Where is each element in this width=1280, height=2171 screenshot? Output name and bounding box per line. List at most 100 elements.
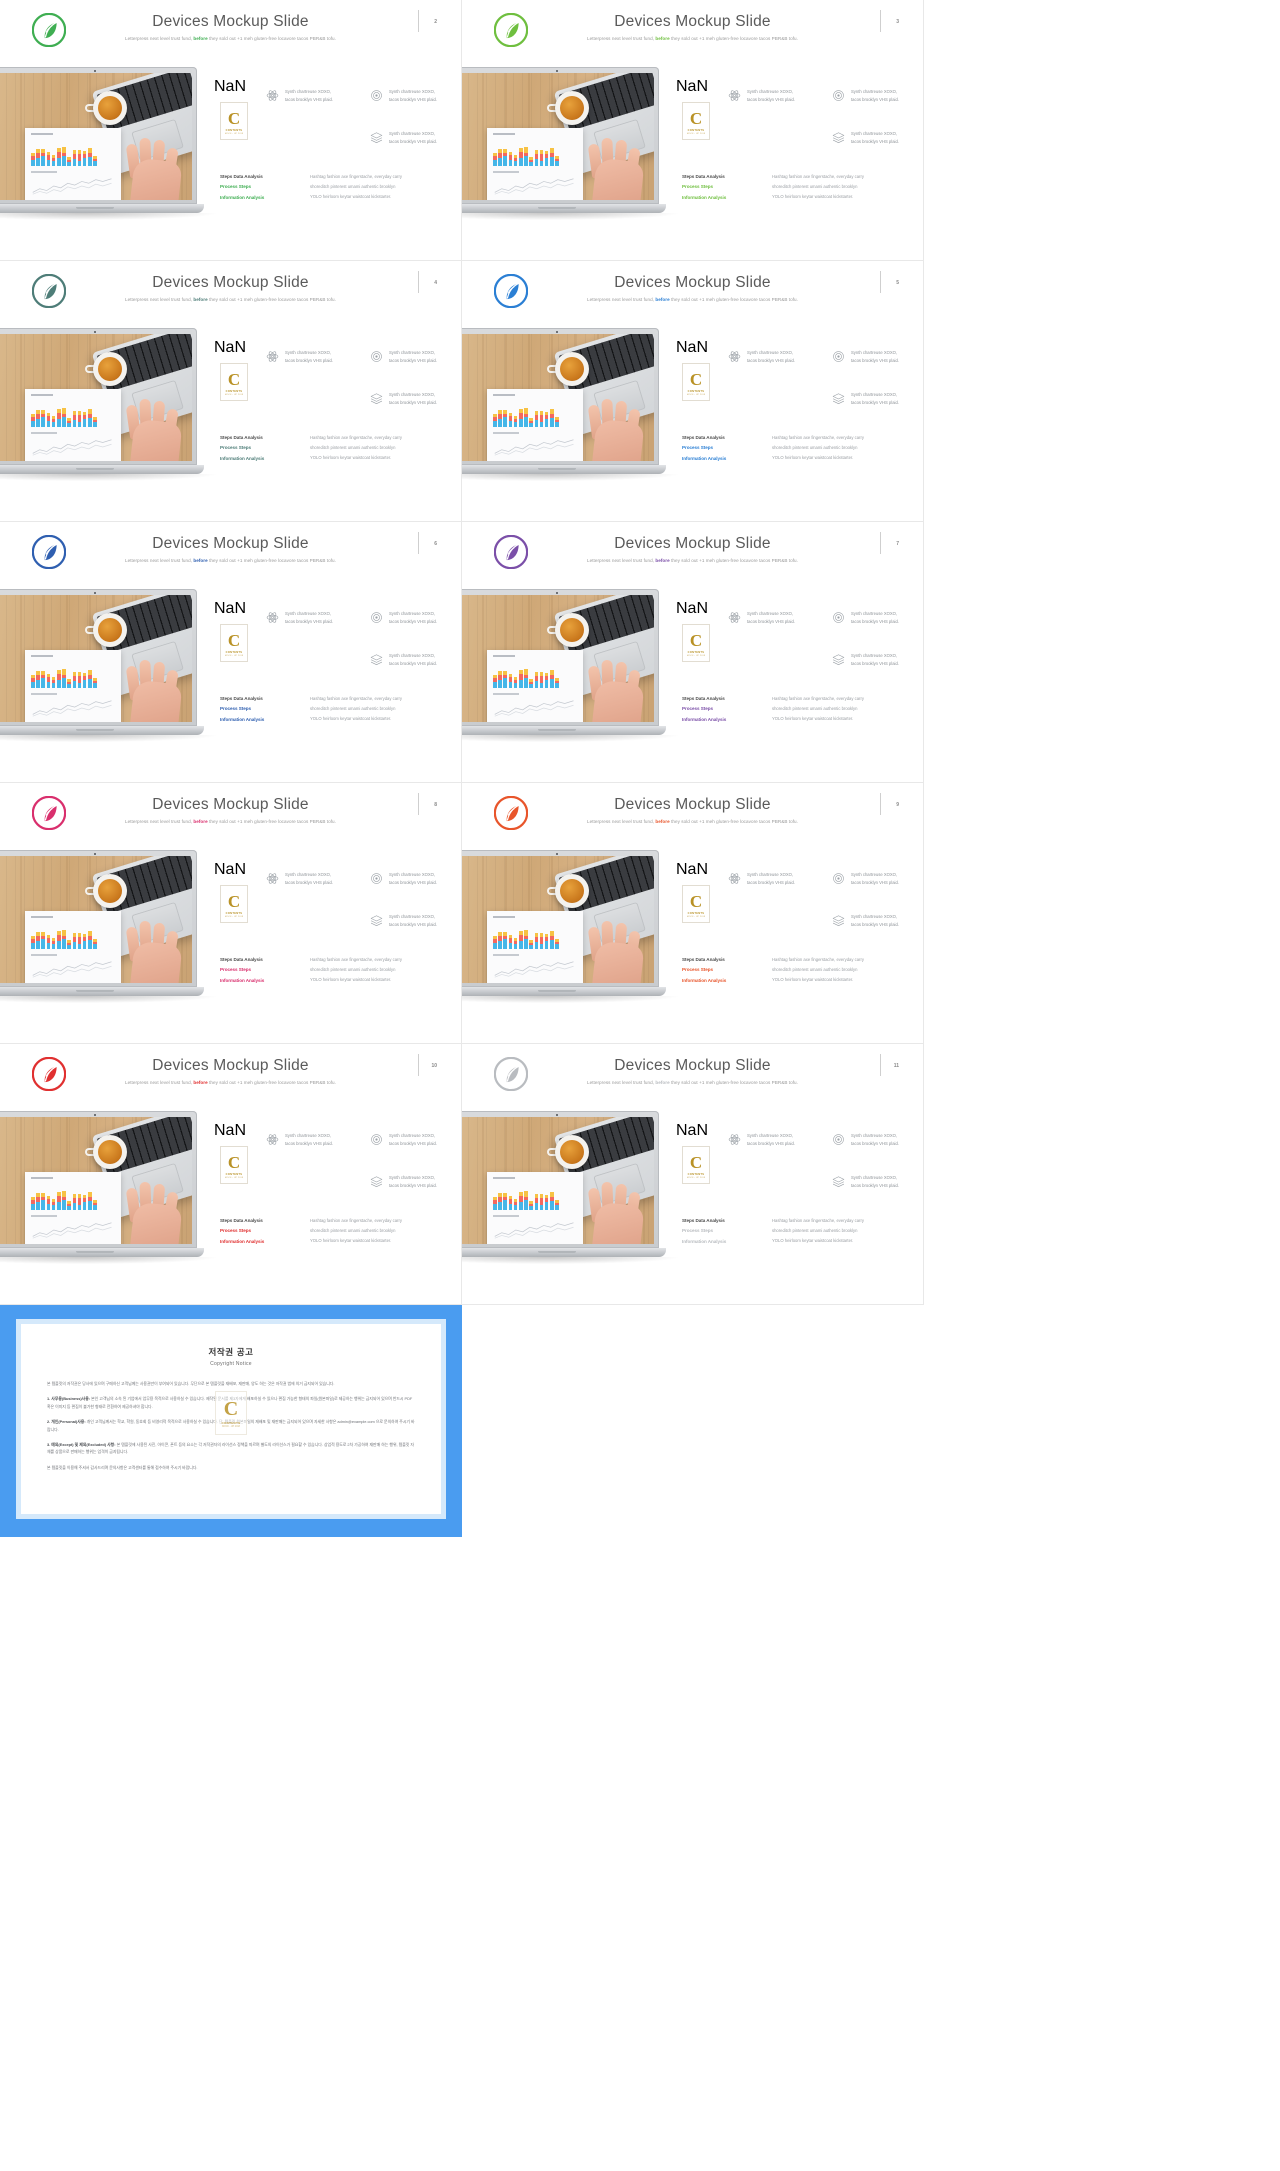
chart-bar [46,151,51,166]
slide-subtitle: Letterpress next level trust fund, befor… [124,297,336,302]
slide-thumbnail-5[interactable]: Devices Mockup Slide Letterpress next lev… [462,261,924,522]
slide-title: Devices Mockup Slide [152,796,309,813]
chart-bar [62,147,66,166]
summary-paragraph: Hashtag fashion axe fingerstache, everyd… [310,174,402,200]
slide-thumbnail-grid: Devices Mockup Slide Letterpress next lev… [0,0,924,1305]
report-paper-photo [25,650,121,722]
slide-thumbnail-4[interactable]: Devices Mockup Slide Letterpress next lev… [0,261,462,522]
chart-bar [31,936,35,949]
layers-icon [370,392,383,405]
slide-thumbnail-2[interactable]: Devices Mockup Slide Letterpress next lev… [0,0,462,261]
feature-text-1: Synth chartreuse XOXO, tacos brooklyn VHS… [747,1133,795,1146]
label-information-analysis: Information Analysis [220,455,265,461]
chart-bar [93,156,97,166]
slide-content-column: C CONTENTS MOCK - UP 2018 Synth chartreuse … [676,339,916,461]
chart-bar [555,678,559,688]
feature-grid: C CONTENTS MOCK - UP 2018 Synth chartreuse … [214,600,454,692]
chart-bar [539,932,544,949]
slide-thumbnail-3[interactable]: Devices Mockup Slide Letterpress next lev… [462,0,924,261]
hand-photo [587,137,648,200]
label-information-analysis: Information Analysis [220,194,265,200]
chart-bar [46,673,51,688]
label-process-steps: Process Steps [682,706,714,712]
chart-bar [36,931,40,949]
slide-content-column: C CONTENTS MOCK - UP 2018 Synth chartreuse … [214,339,454,461]
slide-content-column: C CONTENTS MOCK - UP 2018 Synth chartreuse … [214,861,454,983]
chart-bar [88,931,92,949]
chart-bar [41,931,45,949]
slide-content-column: C CONTENTS MOCK - UP 2018 Synth chartreuse … [214,600,454,722]
copyright-paragraph-3: 3. 예외(Except) 및 제외(Excluded) 사항: 본 템플릿에 … [47,1441,415,1456]
laptop-lid [462,67,659,204]
slide-number-rule [880,10,881,32]
badge-sub: MOCK - UP 2018 [686,916,706,919]
atom-icon [266,611,279,624]
chart-bar [498,148,502,166]
label-process-steps: Process Steps [220,445,252,451]
slide-thumbnail-8[interactable]: Devices Mockup Slide Letterpress next lev… [0,783,462,1044]
feature-item-2: Synth chartreuse XOXO, tacos brooklyn VHS… [832,871,923,886]
slide-thumbnail-10[interactable]: Devices Mockup Slide Letterpress next lev… [0,1044,462,1305]
laptop-screen [0,334,192,461]
chart-bar [550,670,554,688]
mockup-line-chart [493,1220,577,1240]
laptop-base [0,1248,204,1257]
label-process-steps: Process Steps [220,706,252,712]
slide-thumbnail-9[interactable]: Devices Mockup Slide Letterpress next lev… [462,783,924,1044]
feature-grid: C CONTENTS MOCK - UP 2018 Synth chartreuse … [676,339,916,431]
label-steps-data-analysis: Steps Data Analysis [682,435,725,440]
contents-badge: C CONTENTS MOCK - UP 2018 [220,1146,248,1184]
feature-text-4: Synth chartreuse XOXO, tacos brooklyn VHS… [389,1175,437,1188]
slide-thumbnail-6[interactable]: Devices Mockup Slide Letterpress next lev… [0,522,462,783]
badge-sub: MOCK - UP 2018 [686,1177,706,1180]
chart-bar [41,1192,45,1210]
chart-bar [498,931,502,949]
summary-labels: Steps Data Analysis Process Steps Informat… [682,1216,764,1247]
chart-bar [67,1200,71,1210]
label-information-analysis: Information Analysis [682,977,727,983]
copyright-p2-heading: 2. 개인(Personal)사용: [47,1419,86,1425]
chart-bar [513,155,518,166]
label-information-analysis: Information Analysis [682,455,727,461]
summary-labels: Steps Data Analysis Process Steps Informat… [682,172,764,203]
chart-bar [524,1191,528,1210]
badge-letter: C [689,891,703,911]
coffee-cup-photo [93,91,127,125]
slide-thumbnail-11[interactable]: Devices Mockup Slide Letterpress next lev… [462,1044,924,1305]
hand-photo [125,398,186,461]
summary-paragraph: Hashtag fashion axe fingerstache, everyd… [310,957,402,983]
label-steps-data-analysis: Steps Data Analysis [682,174,725,179]
badge-caption: CONTENTS [225,128,243,132]
chart-bar [51,938,56,949]
label-steps-data-analysis: Steps Data Analysis [682,1218,725,1223]
chart-bar [539,1193,544,1210]
coffee-cup-photo [555,352,589,386]
slide-subtitle: Letterpress next level trust fund, befor… [586,297,798,302]
atom-icon [728,1133,741,1146]
chart-bar [77,410,82,427]
laptop-shadow [462,735,678,742]
feature-item-1: Synth chartreuse XOXO, tacos brooklyn VHS… [728,88,830,103]
laptop-shadow [462,213,678,220]
laptop-mockup [462,67,678,220]
label-process-steps: Process Steps [682,184,714,190]
feature-grid: C CONTENTS MOCK - UP 2018 Synth chartreuse … [676,78,916,170]
watermark-letter: C [223,1397,239,1420]
laptop-base [462,1248,666,1257]
mockup-line-chart [31,1220,115,1240]
watermark-caption: CONTENTS [221,1420,241,1425]
slide-subtitle: Letterpress next level trust fund, befor… [124,819,336,824]
chart-bar [36,409,40,427]
chart-bar [518,669,523,688]
chart-bar [493,675,497,688]
coffee-cup-photo [93,613,127,647]
chart-bar [88,148,92,166]
slide-content-column: C CONTENTS MOCK - UP 2018 Synth chartreuse … [214,1122,454,1244]
chart-bar [88,409,92,427]
slide-number: 11 [893,1063,899,1069]
chart-bar [524,930,528,949]
slide-thumbnail-7[interactable]: Devices Mockup Slide Letterpress next lev… [462,522,924,783]
subtitle-highlight: before [193,819,208,824]
contents-badge: C CONTENTS MOCK - UP 2018 [220,363,248,401]
report-paper-photo [487,128,583,200]
